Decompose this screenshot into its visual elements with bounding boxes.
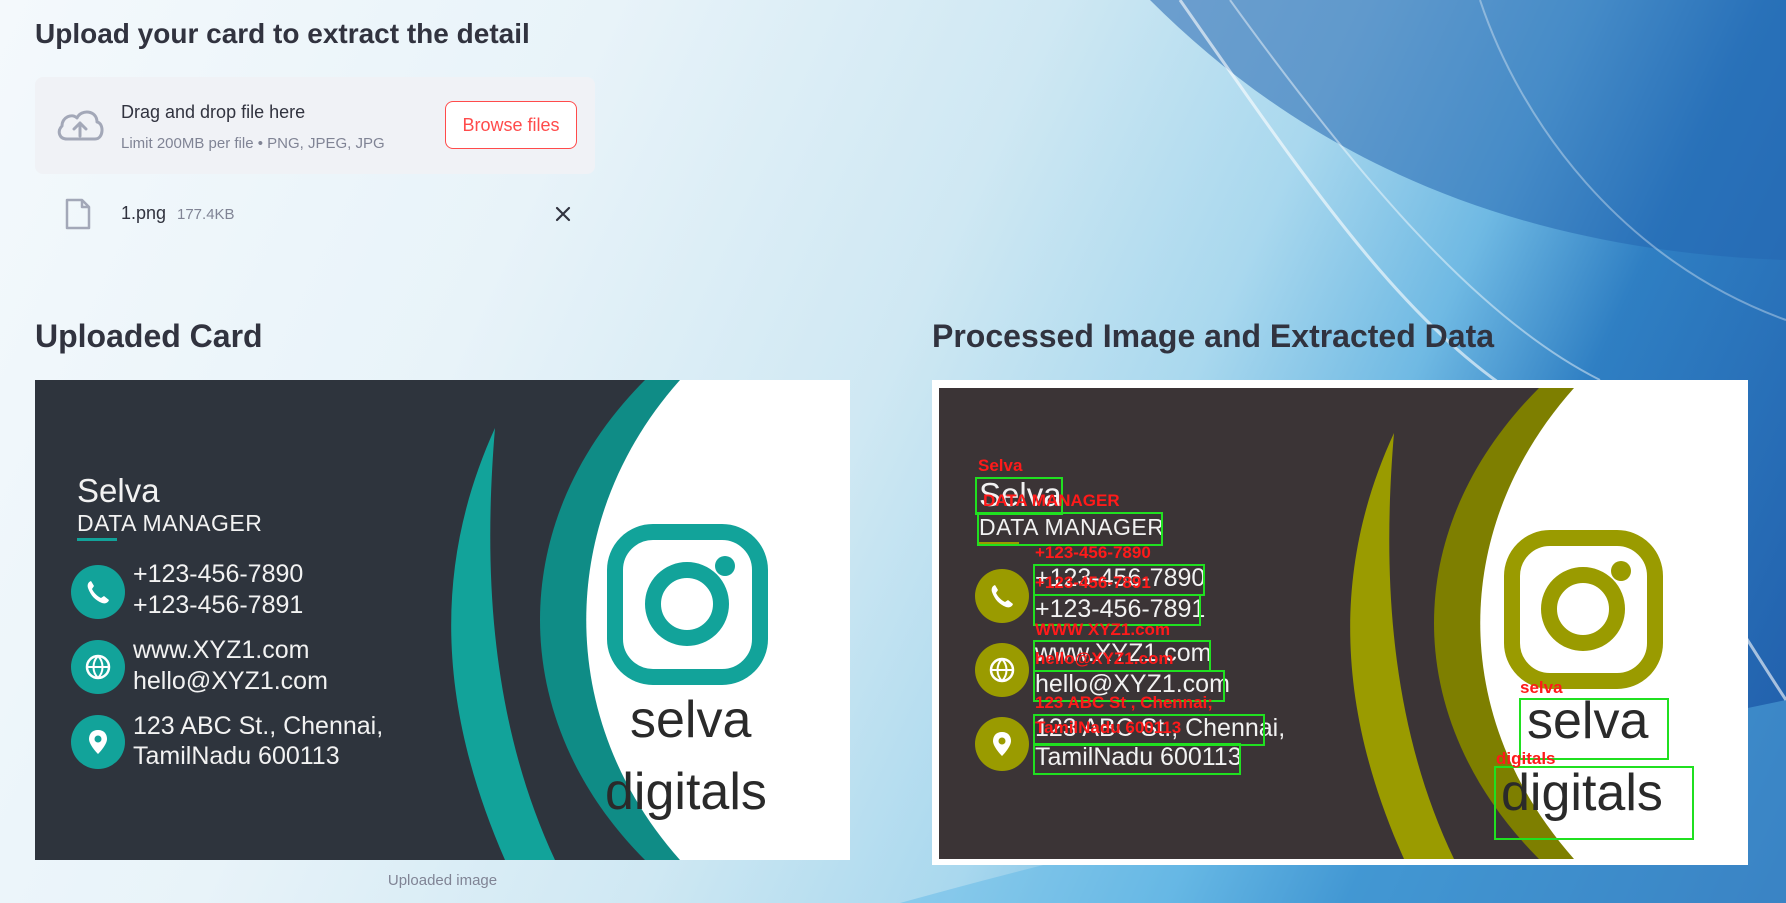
phone-icon bbox=[991, 585, 1013, 608]
card-email: hello@XYZ1.com bbox=[133, 667, 328, 695]
card-phone-1: +123-456-7890 bbox=[133, 560, 304, 588]
ocr-label-phone-1: +123-456-7890 bbox=[1035, 543, 1151, 562]
upload-heading: Upload your card to extract the detail bbox=[35, 18, 530, 49]
ocr-label-address-2: TamilNadu 600113 bbox=[1035, 718, 1182, 737]
phone-icon bbox=[87, 581, 109, 604]
ocr-label-role: DATA MANAGER bbox=[983, 491, 1120, 510]
processed-image-frame: Selva DATA MANAGER +123-456-7890 +123-45… bbox=[932, 380, 1748, 865]
dropzone-limit: Limit 200MB per file • PNG, JPEG, JPG bbox=[121, 135, 385, 152]
ocr-label-address-1: 123 ABC St , Chennai; bbox=[1035, 693, 1213, 712]
processed-heading: Processed Image and Extracted Data bbox=[932, 318, 1495, 354]
uploaded-file-row: 1.png 177.4KB bbox=[35, 190, 595, 238]
location-pin-icon bbox=[89, 730, 107, 754]
ocr-box-brand-2 bbox=[1494, 766, 1694, 840]
card-phone-2: +123-456-7891 bbox=[133, 591, 304, 619]
uploaded-card-heading: Uploaded Card bbox=[35, 318, 263, 354]
browse-files-button[interactable]: Browse files bbox=[445, 101, 577, 149]
phone-badge bbox=[71, 565, 125, 619]
ocr-label-brand-2: digitals bbox=[1496, 749, 1556, 768]
proc-address-badge bbox=[975, 717, 1029, 771]
processed-card-image: Selva DATA MANAGER +123-456-7890 +123-45… bbox=[939, 388, 1741, 859]
ocr-label-phone-2: +123-456-7891 bbox=[1035, 573, 1151, 592]
dropzone-title: Drag and drop file here bbox=[121, 102, 306, 122]
web-badge bbox=[71, 640, 125, 694]
card-name: Selva bbox=[77, 472, 160, 509]
globe-icon bbox=[85, 654, 111, 680]
file-icon bbox=[65, 198, 91, 230]
ocr-label-website: WWW XYZ1.com bbox=[1035, 620, 1171, 639]
card-address-1: 123 ABC St., Chennai, bbox=[133, 712, 384, 740]
file-size: 177.4KB bbox=[177, 206, 235, 223]
ocr-label-brand-1: selva bbox=[1520, 678, 1563, 697]
card-website: www.XYZ1.com bbox=[133, 636, 310, 664]
ocr-box-address-2 bbox=[1033, 743, 1241, 775]
file-name: 1.png bbox=[121, 203, 167, 223]
location-pin-icon bbox=[993, 732, 1011, 756]
cloud-upload-icon bbox=[57, 110, 104, 141]
ocr-label-name: Selva bbox=[978, 456, 1023, 475]
ocr-box-role bbox=[977, 512, 1163, 546]
uploaded-card-image: Selva DATA MANAGER +123-456-7890 +123-45… bbox=[35, 380, 850, 860]
card-brand-2: digitals bbox=[605, 763, 767, 821]
ocr-label-email: hello@XYZ1.com bbox=[1035, 649, 1174, 668]
uploaded-image-caption: Uploaded image bbox=[387, 872, 498, 889]
close-icon[interactable] bbox=[551, 202, 575, 226]
card-brand-1: selva bbox=[630, 691, 752, 749]
globe-icon bbox=[989, 657, 1015, 683]
proc-web-badge bbox=[975, 643, 1029, 697]
card-address-2: TamilNadu 600113 bbox=[133, 742, 340, 770]
file-dropzone[interactable]: Drag and drop file here Limit 200MB per … bbox=[35, 77, 595, 174]
card-underline bbox=[77, 538, 117, 541]
address-badge bbox=[71, 715, 125, 769]
card-role: DATA MANAGER bbox=[77, 510, 263, 536]
proc-phone-badge bbox=[975, 569, 1029, 623]
